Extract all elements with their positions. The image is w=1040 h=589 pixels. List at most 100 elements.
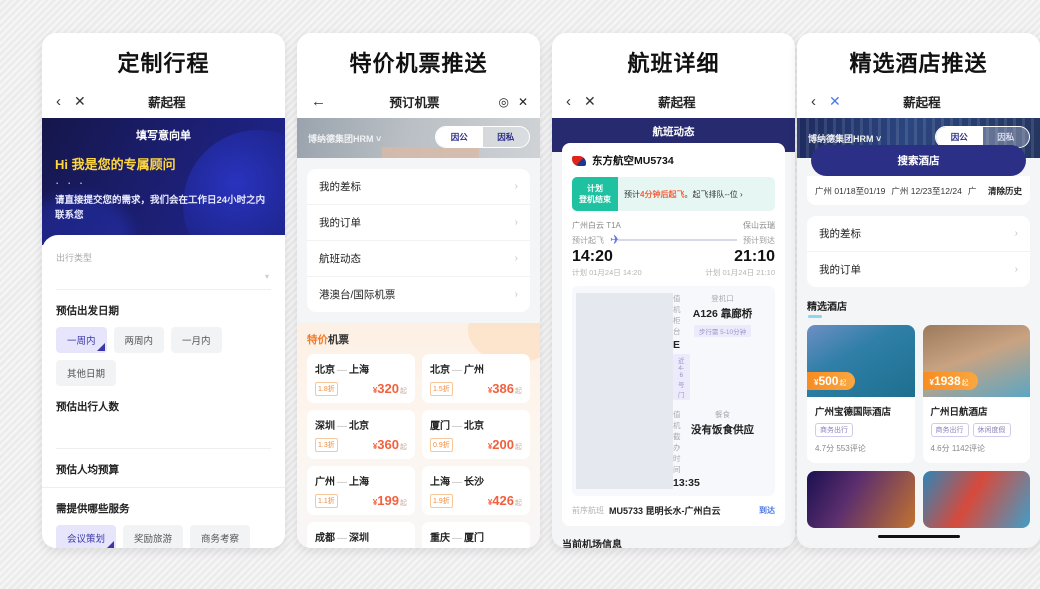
chip-date-0[interactable]: 一周内 [56,327,107,353]
hotel-card-3[interactable] [922,471,1030,528]
menu-item-1[interactable]: 我的订单 › [307,205,530,241]
gate-value: A126 靠廊桥 [692,308,753,321]
panel-3-caption: 航班详细 [627,51,720,76]
deal-card-5[interactable]: 上海 — 长沙 1.9折 ¥426起 [422,466,530,515]
dash-icon: — [452,533,462,544]
deal-to-3: 北京 [464,421,484,432]
arrival-time: 21:10 [734,248,775,266]
deal-from-0: 北京 [315,365,335,376]
status-badge: 计划 登机结束 [572,177,618,212]
flight-info-box: 值机柜台 E 近4-6号门 登机口 A126 靠廊桥 步行需 5-10分钟 值机… [572,286,775,497]
p3-screen: 航班动态 东方航空MU5734 计划 登机结束 预计 4分钟后起飞 。起飞排队--位… [552,118,795,548]
hotel-card-2[interactable] [807,471,915,528]
deal-to-5: 长沙 [464,477,484,488]
deal-discount-2: 1.3折 [315,438,338,452]
deal-from-1: 北京 [430,365,450,376]
gate-info: 登机口 A126 靠廊桥 步行需 5-10分钟 [674,293,771,402]
clear-history-button[interactable]: 清除历史 [988,185,1022,197]
deal-from-4: 广州 [315,477,335,488]
panel-2-caption: 特价机票推送 [349,51,488,76]
deal-route-3: 厦门 — 北京 [430,417,522,432]
panel-custom-itinerary: 定制行程 ‹ ✕ 薪起程 填写意向单 Hi 我是您的专属顾问 · · · 请直接… [42,33,285,548]
back-icon[interactable]: ‹ [566,93,571,110]
dash-icon: — [337,533,347,544]
deal-card-4[interactable]: 广州 — 上海 1.1折 ¥199起 [307,466,415,515]
p4-menu-card: 我的差标 › 我的订单 › [807,216,1030,287]
deal-price-2: ¥360起 [373,437,407,452]
org-selector[interactable]: 博纳德集团HRM ˅ [308,132,381,145]
menu-item-1[interactable]: 我的订单 › [807,252,1030,287]
toggle-business[interactable]: 因公 [936,127,983,147]
departure-airport: 广州白云 T1A [572,221,621,231]
back-icon[interactable]: ‹ [811,93,816,110]
deal-discount-5: 1.9折 [430,494,453,508]
org-selector[interactable]: 博纳德集团HRM ˅ [808,132,881,145]
deals-heading-accent: 特价 [307,334,328,346]
chip-date-2[interactable]: 一月内 [171,327,222,353]
deal-card-1[interactable]: 北京 — 广州 1.5折 ¥386起 [422,354,530,403]
screenshot-stage: 定制行程 ‹ ✕ 薪起程 填写意向单 Hi 我是您的专属顾问 · · · 请直接… [0,0,1040,589]
people-input[interactable] [56,423,271,449]
gate-pill: 步行需 5-10分钟 [693,325,752,338]
service-chips: 会议策划 奖励旅游 商务考察 活动展览 商务定制 [56,525,271,548]
panel-hotel-picks: 精选酒店推送 ‹ ✕ 薪起程 博纳德集团HRM ˅ 因公 因私 搜索酒店 广州 … [797,33,1040,548]
chip-date-1[interactable]: 两周内 [113,327,165,353]
trip-purpose-toggle[interactable]: 因公 因私 [435,126,530,148]
boarding-status[interactable]: 计划 登机结束 预计 4分钟后起飞 。起飞排队--位 › [572,177,775,212]
chip-service-2[interactable]: 商务考察 [190,525,251,548]
close-icon[interactable]: ✕ [74,93,86,110]
toggle-personal[interactable]: 因私 [982,127,1029,147]
chip-service-0[interactable]: 会议策划 [56,525,117,548]
close-icon[interactable]: ✕ [518,95,528,109]
hotel-card-0[interactable]: ¥500起 广州宝德国际酒店 商务出行 4.7分 553评论 [807,325,915,463]
hotel-tag-0-0: 商务出行 [815,423,853,437]
deal-price-suffix-0: 起 [400,388,407,395]
search-hotel-button[interactable]: 搜索酒店 [811,145,1026,176]
p1-hero-greeting: Hi 我是您的专属顾问 [55,157,176,172]
hotel-tags-1: 商务出行 休闲度假 [923,418,1031,437]
trip-type-label: 出行类型 [56,253,93,263]
hotel-section-title: 精选酒店 [807,302,847,313]
previous-flight-link[interactable]: 到达 [759,505,775,516]
close-icon[interactable]: ✕ [584,93,596,110]
search-history: 广州 01/18至01/19 广州 12/23至12/24 广 清除历史 [807,176,1030,205]
history-item-0[interactable]: 广州 01/18至01/19 [815,185,885,197]
menu-item-0[interactable]: 我的差标 › [307,169,530,205]
deal-discount-3: 0.9折 [430,438,453,452]
deal-price-3: ¥200起 [488,437,522,452]
deal-price-suffix-2: 起 [400,444,407,451]
target-icon[interactable]: ◎ [498,95,508,109]
back-icon[interactable]: ‹ [56,93,61,110]
departure-scheduled: 计划 01月24日 14:20 [572,268,642,278]
menu-item-3[interactable]: 港澳台/国际机票 › [307,277,530,312]
panel-1-caption: 定制行程 [117,51,210,76]
toggle-personal[interactable]: 因私 [482,127,529,147]
menu-label-0: 我的差标 [319,181,361,193]
menu-item-0[interactable]: 我的差标 › [807,216,1030,252]
menu-item-2[interactable]: 航班动态 › [307,241,530,277]
chip-date-3[interactable]: 其他日期 [56,360,117,386]
trip-type-select[interactable]: ▾ [56,264,271,290]
deal-card-0[interactable]: 北京 — 上海 1.8折 ¥320起 [307,354,415,403]
status-text-b: 4分钟后起飞 [640,189,685,199]
deal-to-7: 厦门 [464,533,484,544]
panel-flight-deals: 特价机票推送 ← 预订机票 ◎ ✕ 博纳德集团HRM ˅ 因公 因私 我的差标 ›… [297,33,540,548]
deal-card-3[interactable]: 厦门 — 北京 0.9折 ¥200起 [422,410,530,459]
history-item-2[interactable]: 广 [968,185,977,197]
previous-flight-label: 前序航班 [572,506,604,516]
deal-card-7[interactable]: 重庆—厦门0.7折¥125起 [422,522,530,548]
close-icon[interactable]: ✕ [829,93,841,110]
toggle-business[interactable]: 因公 [436,127,483,147]
deal-bottom-4: 1.1折 ¥199起 [315,493,407,508]
deal-card-2[interactable]: 深圳 — 北京 1.3折 ¥360起 [307,410,415,459]
hotel-image-1: ¥1938起 [922,325,1030,397]
airline-row: 东方航空MU5734 [572,153,775,168]
dash-icon: — [337,365,347,376]
back-icon[interactable]: ← [311,93,326,110]
previous-flight-row[interactable]: 前序航班 MU5733 昆明长水-广州白云 到达 [572,504,775,517]
hotel-card-1[interactable]: ¥1938起 广州日航酒店 商务出行 休闲度假 4.6分 1142评论 [922,325,1031,463]
chip-service-1[interactable]: 奖励旅游 [123,525,184,548]
history-item-1[interactable]: 广州 12/23至12/24 [891,185,961,197]
deal-card-6[interactable]: 成都—深圳0.4折¥80起 [307,522,415,548]
route-time-labels: 预计起飞 ✈ 预计到达 [572,232,775,248]
